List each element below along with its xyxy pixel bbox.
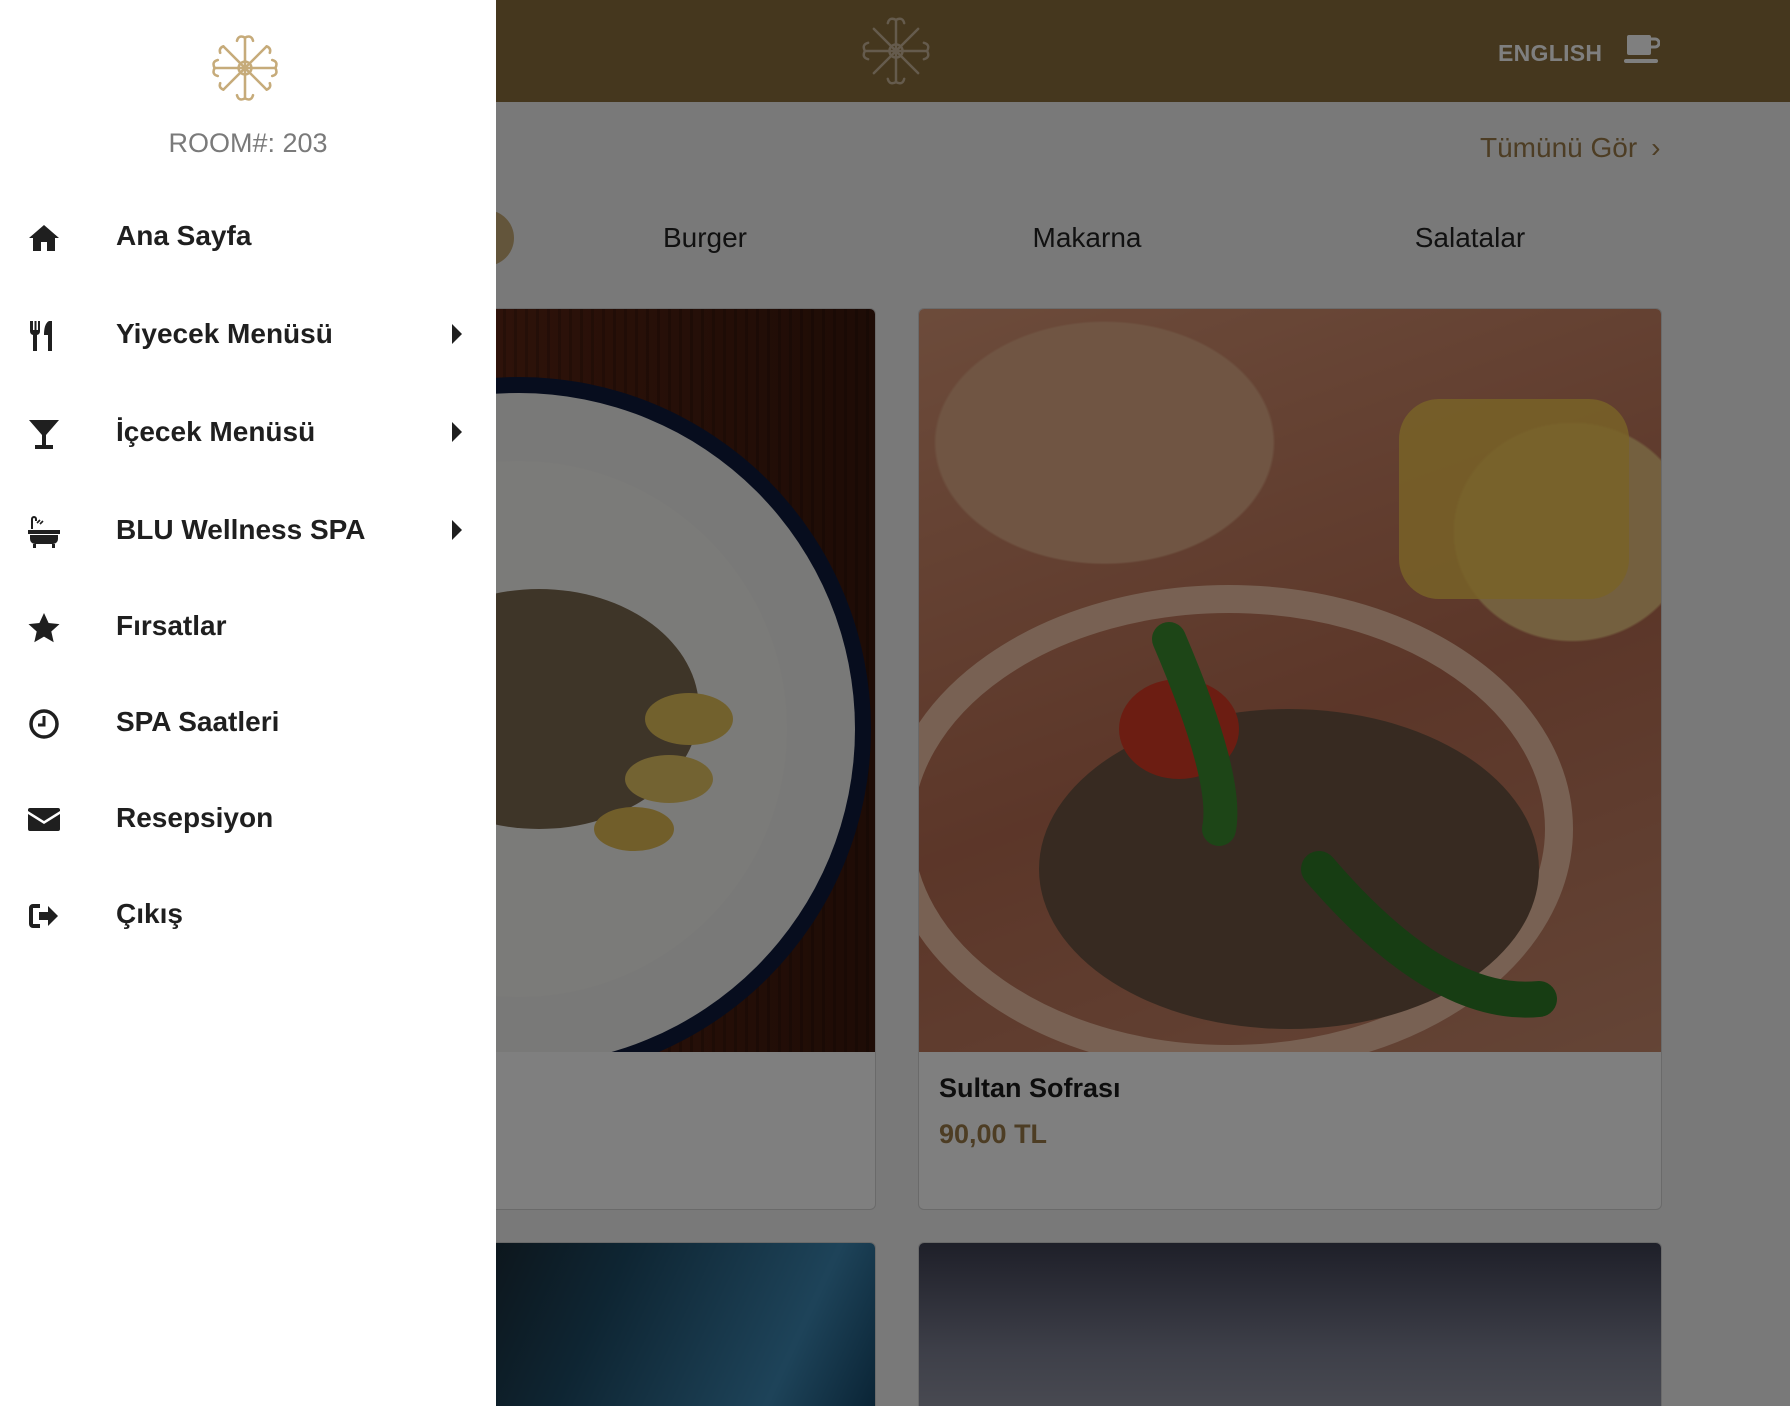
menu-label: Ana Sayfa (116, 220, 252, 251)
utensils-icon (29, 321, 52, 351)
envelope-icon (28, 808, 60, 831)
menu-label: Fırsatlar (116, 610, 227, 641)
room-number: ROOM#: 203 (168, 128, 328, 158)
cocktail-glass-icon (29, 420, 59, 449)
menu-label: Çıkış (116, 898, 183, 929)
menu-label: İçecek Menüsü (116, 416, 316, 447)
home-icon (29, 225, 59, 251)
starburst-logo-icon (212, 35, 278, 101)
menu-item-cikis[interactable]: Çıkış (0, 876, 496, 956)
caret-right-icon (452, 520, 462, 540)
menu-label: Resepsiyon (116, 802, 274, 833)
sign-out-icon (29, 904, 58, 928)
app: ENGLISH Tümünü Gör› Burger Makarna Salat… (0, 0, 1790, 1406)
menu-item-firsatlar[interactable]: Fırsatlar (0, 588, 496, 668)
menu-item-ana-sayfa[interactable]: Ana Sayfa (0, 198, 496, 278)
bathtub-icon (28, 516, 60, 548)
menu-label: SPA Saatleri (116, 706, 280, 737)
menu-item-resepsiyon[interactable]: Resepsiyon (0, 780, 496, 860)
menu-item-yiyecek-menusu[interactable]: Yiyecek Menüsü (0, 296, 496, 376)
navigation-drawer: ROOM#: 203 Ana Sayfa Yiyecek Menüsü İçec… (0, 0, 496, 1406)
menu-item-spa-saatleri[interactable]: SPA Saatleri (0, 684, 496, 764)
caret-right-icon (452, 422, 462, 442)
clock-icon (29, 709, 59, 739)
menu-label: Yiyecek Menüsü (116, 318, 333, 349)
caret-right-icon (452, 324, 462, 344)
menu-label: BLU Wellness SPA (116, 514, 366, 545)
star-icon (28, 613, 60, 643)
menu-item-icecek-menusu[interactable]: İçecek Menüsü (0, 394, 496, 474)
menu-item-blu-wellness-spa[interactable]: BLU Wellness SPA (0, 492, 496, 572)
